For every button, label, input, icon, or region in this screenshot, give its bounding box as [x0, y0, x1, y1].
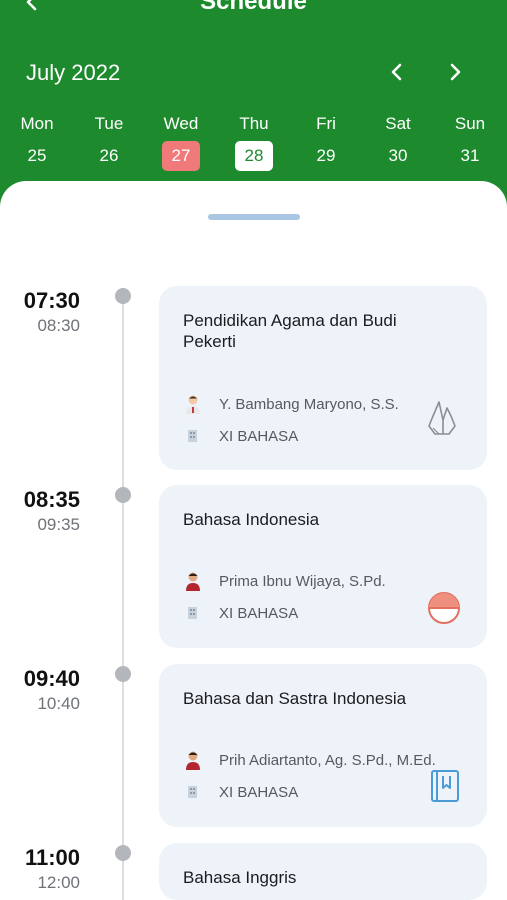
- start-time: 08:35: [23, 487, 80, 512]
- indonesia-flag-icon: [427, 591, 463, 627]
- end-time: 09:35: [37, 515, 80, 534]
- subject-title: Pendidikan Agama dan Budi Pekerti: [183, 311, 397, 351]
- day-name: Sat: [385, 114, 411, 133]
- chevron-left-icon: [390, 63, 404, 86]
- previous-week-button[interactable]: [385, 62, 409, 86]
- teacher-row: Prima Ibnu Wijaya, S.Pd.: [183, 571, 386, 591]
- day-name: Thu: [239, 114, 269, 133]
- day-number: 26: [99, 146, 119, 165]
- timeline-line: [122, 296, 124, 900]
- page-title: Schedule: [200, 0, 307, 15]
- day-sun[interactable]: Sun 31: [440, 113, 500, 171]
- day-name: Fri: [316, 114, 336, 133]
- day-number-today: 27: [162, 141, 200, 171]
- day-mon[interactable]: Mon 25: [7, 113, 67, 171]
- class-row: XI BAHASA: [183, 782, 298, 802]
- day-wed[interactable]: Wed 27: [151, 113, 211, 171]
- end-time: 10:40: [37, 694, 80, 713]
- teacher-name: Prima Ibnu Wijaya, S.Pd.: [219, 572, 386, 590]
- day-thu[interactable]: Thu 28: [224, 113, 284, 171]
- subject-title: Bahasa dan Sastra Indonesia: [183, 689, 407, 708]
- day-tue[interactable]: Tue 26: [79, 113, 139, 171]
- start-time: 07:30: [23, 288, 80, 313]
- teacher-name: Prih Adiartanto, Ag. S.Pd., M.Ed.: [219, 751, 436, 769]
- class-row: XI BAHASA: [183, 426, 298, 446]
- teacher-avatar-icon: [183, 394, 203, 414]
- praying-hands-icon: [425, 398, 461, 435]
- lesson-card[interactable]: Bahasa Inggris: [159, 843, 487, 900]
- timeline-dot: [115, 845, 131, 861]
- book-bookmark-icon: [429, 768, 465, 804]
- day-number: 29: [316, 146, 336, 165]
- next-week-button[interactable]: [443, 62, 467, 86]
- end-time: 08:30: [37, 316, 80, 335]
- day-number: 31: [460, 146, 480, 165]
- subject-title: Bahasa Indonesia: [183, 510, 320, 529]
- building-icon: [183, 426, 203, 446]
- class-name: XI BAHASA: [219, 427, 299, 445]
- day-sat[interactable]: Sat 30: [368, 113, 428, 171]
- start-time: 11:00: [24, 845, 80, 870]
- day-name: Mon: [20, 114, 54, 133]
- subject-title: Bahasa Inggris: [183, 868, 297, 887]
- lesson-card[interactable]: Pendidikan Agama dan Budi Pekerti Y. Bam…: [159, 286, 487, 470]
- day-number-selected: 28: [235, 141, 273, 171]
- day-name: Tue: [94, 114, 124, 133]
- timeline-dot: [115, 666, 131, 682]
- teacher-row: Prih Adiartanto, Ag. S.Pd., M.Ed.: [183, 750, 436, 770]
- class-row: XI BAHASA: [183, 603, 298, 623]
- teacher-row: Y. Bambang Maryono, S.S.: [183, 394, 399, 414]
- teacher-name: Y. Bambang Maryono, S.S.: [219, 395, 399, 413]
- day-number: 25: [27, 146, 47, 165]
- class-name: XI BAHASA: [219, 604, 299, 622]
- month-label: July 2022: [26, 60, 121, 85]
- teacher-avatar-icon: [183, 571, 203, 591]
- sheet-drag-handle[interactable]: [208, 214, 300, 220]
- day-fri[interactable]: Fri 29: [296, 113, 356, 171]
- lesson-card[interactable]: Bahasa Indonesia Prima Ibnu Wijaya, S.Pd…: [159, 485, 487, 648]
- start-time: 09:40: [23, 666, 80, 691]
- day-name: Sun: [454, 114, 486, 133]
- day-name: Wed: [163, 114, 199, 133]
- day-number: 30: [388, 146, 408, 165]
- building-icon: [183, 603, 203, 623]
- timeline-dot: [115, 487, 131, 503]
- building-icon: [183, 782, 203, 802]
- class-name: XI BAHASA: [219, 783, 299, 801]
- chevron-right-icon: [448, 63, 462, 86]
- timeline-dot: [115, 288, 131, 304]
- lesson-card[interactable]: Bahasa dan Sastra Indonesia Prih Adiarta…: [159, 664, 487, 827]
- end-time: 12:00: [37, 873, 80, 892]
- teacher-avatar-icon: [183, 750, 203, 770]
